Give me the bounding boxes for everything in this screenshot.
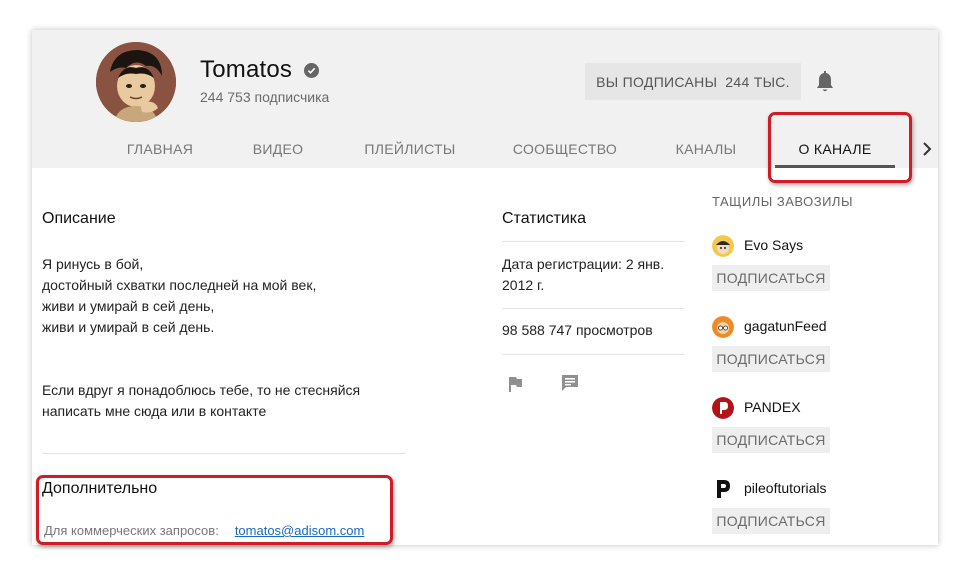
featured-channel-name[interactable]: pileoftutorials (744, 480, 827, 496)
subscriber-count: 244 753 подписчика (200, 89, 330, 105)
tab-channels[interactable]: КАНАЛЫ (666, 130, 746, 168)
stats-title: Статистика (502, 210, 587, 227)
channel-avatar[interactable] (712, 316, 734, 338)
featured-channel-name[interactable]: gagatunFeed (744, 318, 827, 334)
flag-icon[interactable] (506, 375, 524, 398)
joined-date-year: 2012 г. (502, 277, 545, 293)
subscribed-count: 244 ТЫС. (725, 73, 790, 90)
description-title: Описание (42, 210, 116, 227)
divider (502, 354, 684, 355)
subscribe-button[interactable]: ПОДПИСАТЬСЯ (712, 346, 830, 372)
message-icon[interactable] (560, 373, 580, 398)
description-line: Я ринусь в бой, (42, 256, 144, 272)
tab-community[interactable]: СООБЩЕСТВО (508, 130, 622, 168)
divider (502, 308, 684, 309)
channel-about-page: Tomatos 244 753 подписчика ВЫ ПОДПИСАНЫ … (32, 30, 938, 545)
subscribed-button[interactable]: ВЫ ПОДПИСАНЫ 244 ТЫС. (585, 63, 801, 100)
channel-avatar[interactable] (712, 397, 734, 419)
subscribe-button[interactable]: ПОДПИСАТЬСЯ (712, 265, 830, 291)
description-line: Если вдруг я понадоблюсь тебе, то не сте… (42, 382, 361, 398)
channel-avatar[interactable] (712, 235, 734, 257)
highlight-about-tab (768, 112, 912, 183)
subscribe-button[interactable]: ПОДПИСАТЬСЯ (712, 427, 830, 453)
featured-channel-name[interactable]: Evo Says (744, 237, 803, 253)
subscribed-label: ВЫ ПОДПИСАНЫ (596, 73, 718, 90)
channel-avatar[interactable] (96, 42, 176, 122)
tab-videos[interactable]: ВИДЕО (240, 130, 316, 168)
divider (502, 241, 684, 242)
description-line: живи и умирай в сей день, (42, 298, 215, 314)
featured-channels-title: ТАЩИЛЫ ЗАВОЗИЛЫ (712, 194, 853, 209)
verified-icon (304, 63, 319, 78)
description-line: достойный схватки последней на мой век, (42, 277, 317, 293)
tab-home[interactable]: ГЛАВНАЯ (112, 130, 208, 168)
channel-name: Tomatos (200, 56, 293, 83)
highlight-additional-section (36, 475, 393, 545)
chevron-right-icon[interactable] (915, 130, 938, 168)
featured-channel-name[interactable]: PANDEX (744, 399, 801, 415)
description-line: живи и умирай в сей день. (42, 319, 215, 335)
subscribe-button[interactable]: ПОДПИСАТЬСЯ (712, 508, 830, 534)
bell-icon[interactable] (814, 70, 836, 94)
description-line: написать мне сюда или в контакте (42, 403, 267, 419)
view-count: 98 588 747 просмотров (502, 322, 653, 338)
tab-playlists[interactable]: ПЛЕЙЛИСТЫ (354, 130, 466, 168)
divider (42, 453, 406, 454)
joined-date-line: Дата регистрации: 2 янв. (502, 256, 665, 272)
channel-avatar[interactable] (712, 478, 734, 500)
